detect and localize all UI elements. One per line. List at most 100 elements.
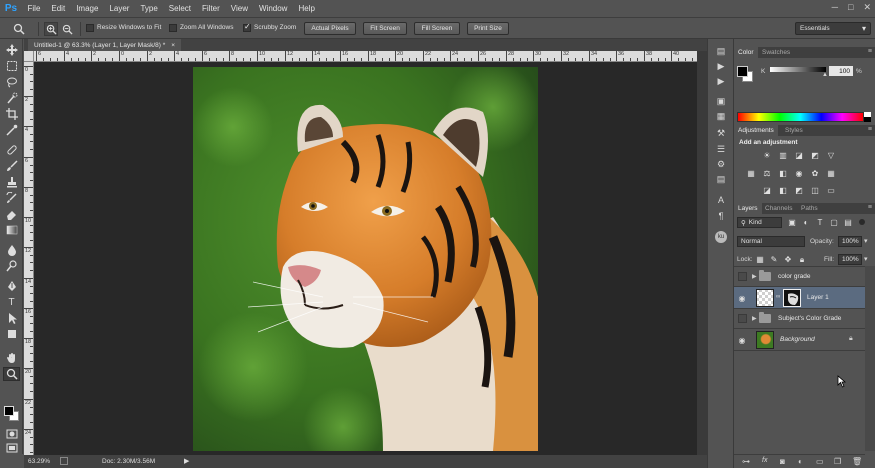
visibility-toggle-off[interactable] xyxy=(738,314,747,323)
chain-link-icon[interactable]: ∞ xyxy=(776,294,780,300)
maximize-button[interactable]: □ xyxy=(848,2,853,13)
kuler-panel-icon[interactable]: ku xyxy=(715,231,727,243)
zoom-out-icon[interactable] xyxy=(60,22,74,36)
zoom-tool-icon[interactable] xyxy=(12,22,26,36)
brush-tool-icon[interactable] xyxy=(3,159,20,173)
lock-image-icon[interactable]: ✎ xyxy=(769,255,779,264)
new-layer-icon[interactable]: ❐ xyxy=(834,457,841,466)
opacity-dropdown-icon[interactable]: ▾ xyxy=(864,237,868,245)
navigator-panel-icon[interactable]: ▦ xyxy=(714,110,728,123)
vibrance-icon[interactable]: ▽ xyxy=(826,151,836,160)
menu-help[interactable]: Help xyxy=(293,4,320,13)
layer-row-layer-1[interactable]: ◉ ∞ Layer 1 xyxy=(734,287,865,309)
tab-channels[interactable]: Channels xyxy=(761,203,796,214)
minimize-button[interactable]: ─ xyxy=(832,2,838,13)
move-tool-icon[interactable] xyxy=(3,43,20,57)
blend-mode-select[interactable]: Normal xyxy=(737,236,805,247)
print-size-button[interactable]: Print Size xyxy=(467,22,509,35)
expand-arrow-icon[interactable]: ▶ xyxy=(752,315,757,322)
eye-icon[interactable]: ◉ xyxy=(737,335,747,345)
document-tab[interactable]: Untitled-1 @ 63.3% (Layer 1, Layer Mask/… xyxy=(28,39,182,51)
character-panel-icon[interactable]: A xyxy=(714,193,728,206)
channel-mixer-icon[interactable]: ✿ xyxy=(810,169,820,178)
color-swatches[interactable] xyxy=(4,406,19,421)
new-adjustment-icon[interactable]: ◐ xyxy=(798,457,803,466)
tab-paths[interactable]: Paths xyxy=(797,203,822,214)
tab-adjustments[interactable]: Adjustments xyxy=(734,125,778,136)
zoom-all-checkbox[interactable] xyxy=(169,24,177,32)
menu-file[interactable]: File xyxy=(22,4,46,13)
slider-thumb-icon[interactable]: ▲ xyxy=(822,72,828,78)
close-window-button[interactable]: ✕ xyxy=(863,2,871,13)
menu-filter[interactable]: Filter xyxy=(197,4,226,13)
invert-icon[interactable]: ◪ xyxy=(762,186,772,195)
actual-pixels-button[interactable]: Actual Pixels xyxy=(304,22,356,35)
status-info-icon[interactable] xyxy=(60,457,68,465)
tab-swatches[interactable]: Swatches xyxy=(758,47,794,58)
trash-icon[interactable]: 🗑︎ xyxy=(852,457,862,466)
color-spectrum-ramp[interactable] xyxy=(737,112,864,122)
fill-input[interactable]: 100% xyxy=(838,254,862,265)
layers-panel-menu-icon[interactable]: ≡ xyxy=(868,204,872,211)
fit-screen-button[interactable]: Fit Screen xyxy=(363,22,407,35)
menu-type[interactable]: Type xyxy=(135,4,163,13)
horizontal-ruler[interactable]: 6 4 2 0 2 4 6 8 10 12 14 16 18 20 22 24 26 28 30 32 34 36 38 40 xyxy=(34,51,697,62)
actions-panel-icon[interactable]: ▶ xyxy=(714,75,728,88)
eye-icon[interactable]: ◉ xyxy=(737,293,747,303)
selective-color-icon[interactable]: ◫ xyxy=(810,186,820,195)
gradient-map-icon[interactable]: ▭ xyxy=(826,186,836,195)
clone-stamp-tool-icon[interactable] xyxy=(3,175,20,189)
workspace-select[interactable]: Essentials xyxy=(795,22,871,35)
curves-icon[interactable]: ◪ xyxy=(794,151,804,160)
screen-mode-icon[interactable] xyxy=(3,441,20,455)
color-lookup-icon[interactable]: ▦ xyxy=(826,169,836,178)
spot-healing-tool-icon[interactable] xyxy=(3,143,20,157)
layer-row-background[interactable]: ◉ Background 🔒︎ xyxy=(734,329,865,351)
history-brush-tool-icon[interactable] xyxy=(3,191,20,205)
tab-color[interactable]: Color xyxy=(734,47,758,58)
brush-panel-icon[interactable]: ▤ xyxy=(714,173,728,186)
tab-styles[interactable]: Styles xyxy=(781,125,807,136)
rectangle-tool-icon[interactable] xyxy=(3,327,20,341)
lock-all-icon[interactable]: 🔒︎ xyxy=(797,255,807,264)
resize-windows-checkbox[interactable] xyxy=(86,24,94,32)
fx-icon[interactable]: fx xyxy=(762,457,767,464)
crop-tool-icon[interactable] xyxy=(3,107,20,121)
k-value-input[interactable]: 100 xyxy=(829,66,853,76)
quick-mask-icon[interactable] xyxy=(3,427,20,441)
layer-filter-kind-select[interactable]: ⚲ Kind xyxy=(737,217,782,228)
posterize-icon[interactable]: ◧ xyxy=(778,186,788,195)
brush-presets-icon[interactable]: ☰ xyxy=(714,143,728,156)
info-panel-icon[interactable]: ▣ xyxy=(714,95,728,108)
fill-screen-button[interactable]: Fill Screen xyxy=(414,22,460,35)
tab-close-icon[interactable]: × xyxy=(171,42,175,49)
hand-tool-icon[interactable] xyxy=(3,351,20,365)
marquee-tool-icon[interactable] xyxy=(3,59,20,73)
fill-dropdown-icon[interactable]: ▾ xyxy=(864,255,868,263)
zoom-in-icon[interactable] xyxy=(44,22,58,36)
gradient-tool-icon[interactable] xyxy=(3,223,20,237)
filter-shape-icon[interactable]: ▢ xyxy=(829,218,839,227)
eraser-tool-icon[interactable] xyxy=(3,207,20,221)
lock-position-icon[interactable]: ✥ xyxy=(783,255,793,264)
blur-tool-icon[interactable] xyxy=(3,243,20,257)
lasso-tool-icon[interactable] xyxy=(3,75,20,89)
levels-icon[interactable]: ▥ xyxy=(778,151,788,160)
eyedropper-tool-icon[interactable] xyxy=(3,123,20,137)
layer-row-color-grade[interactable]: ▶ color grade xyxy=(734,267,865,287)
black-white-icon[interactable]: ◧ xyxy=(778,169,788,178)
menu-select[interactable]: Select xyxy=(163,4,196,13)
adjustments-panel-menu-icon[interactable]: ≡ xyxy=(868,126,872,133)
threshold-icon[interactable]: ◩ xyxy=(794,186,804,195)
color-foreground-swatch[interactable] xyxy=(737,66,748,77)
menu-edit[interactable]: Edit xyxy=(46,4,71,13)
history-panel-icon[interactable]: ▤ xyxy=(714,45,728,58)
menu-layer[interactable]: Layer xyxy=(104,4,135,13)
menu-window[interactable]: Window xyxy=(254,4,293,13)
brightness-contrast-icon[interactable]: ☀ xyxy=(762,151,772,160)
foreground-color-swatch[interactable] xyxy=(4,406,14,416)
exposure-icon[interactable]: ◩ xyxy=(810,151,820,160)
expand-arrow-icon[interactable]: ▶ xyxy=(752,273,757,280)
bw-ramp[interactable] xyxy=(864,112,871,122)
filter-type-icon[interactable]: T xyxy=(815,218,825,227)
